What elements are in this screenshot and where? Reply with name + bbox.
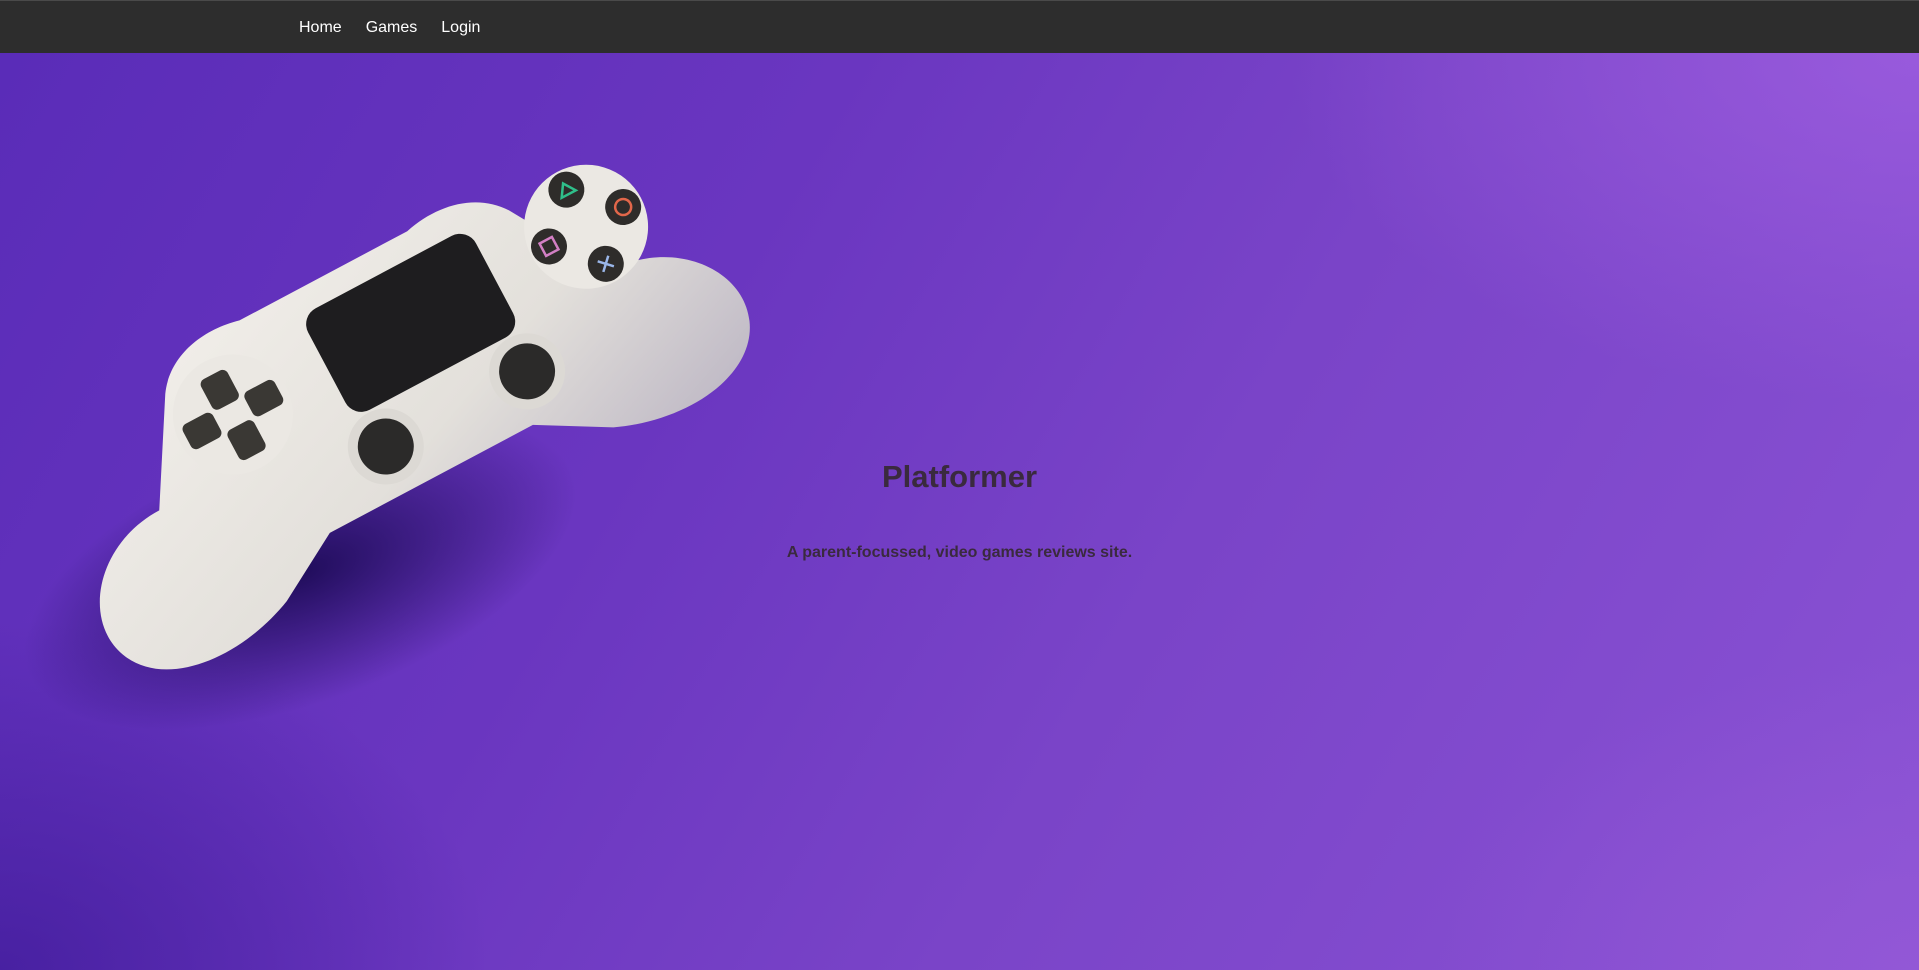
hero-banner: Platformer A parent-focussed, video game… xyxy=(0,53,1919,970)
top-navbar: Home Games Login xyxy=(0,0,1919,53)
gamepad-controller-image xyxy=(23,164,750,731)
nav-link-login[interactable]: Login xyxy=(441,19,480,37)
main-nav: Home Games Login xyxy=(299,1,504,54)
nav-link-games[interactable]: Games xyxy=(366,19,418,37)
hero-subtitle: A parent-focussed, video games reviews s… xyxy=(786,544,1133,561)
nav-link-home[interactable]: Home xyxy=(299,19,342,37)
hero-title: Platformer xyxy=(881,459,1038,494)
